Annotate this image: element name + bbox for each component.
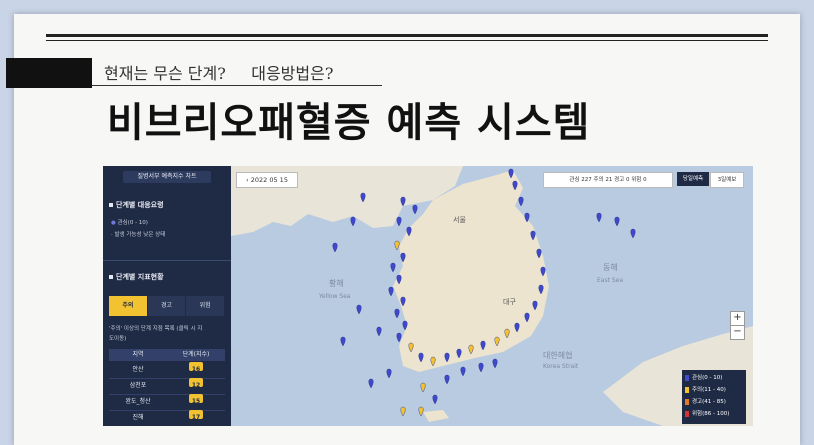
square-bullet-icon bbox=[109, 203, 113, 207]
section-response-label: 단계별 대응요령 bbox=[116, 201, 164, 209]
legend-label: 경고(41 - 85) bbox=[692, 399, 726, 405]
section-indicators-label: 단계별 지표현황 bbox=[116, 273, 164, 281]
zoom-out-button[interactable]: − bbox=[730, 325, 745, 340]
list-note-2: 도이동) bbox=[109, 336, 127, 342]
level-tabs: 주의 경고 위험 bbox=[109, 296, 226, 316]
level-badge: 12 bbox=[189, 378, 203, 389]
row-region: 삼천포 bbox=[129, 382, 147, 389]
subtitle-underline bbox=[92, 85, 382, 86]
legend-label: 관심(0 - 10) bbox=[692, 375, 723, 381]
col-level: 단계(지수) bbox=[182, 351, 210, 358]
legend-swatch-icon bbox=[685, 398, 689, 405]
prev-date-icon[interactable]: ‹ bbox=[246, 176, 249, 184]
row-region: 진해 bbox=[132, 414, 144, 421]
tab-danger[interactable]: 위험 bbox=[186, 296, 226, 316]
legend-item: 경고(41 - 85) bbox=[685, 396, 743, 408]
legend-label: 위험(86 - 100) bbox=[692, 411, 730, 417]
col-region: 지역 bbox=[132, 351, 144, 358]
label-korea-strait-ko: 대한해협 bbox=[543, 350, 572, 360]
section-indicators: 단계별 지표현황 bbox=[109, 272, 164, 282]
table-row[interactable]: 진해 17 bbox=[109, 410, 225, 426]
label-seoul: 서울 bbox=[453, 215, 466, 224]
tab-caution[interactable]: 주의 bbox=[109, 296, 148, 316]
legend-label: 주의(11 - 40) bbox=[692, 387, 726, 393]
table-header: 지역 단계(지수) bbox=[109, 349, 225, 361]
table-row[interactable]: 안산 16 bbox=[109, 362, 225, 379]
sidebar: 질병서부 예측지수 차트 단계별 대응요령 ● 관심(0 - 10) · 발생 … bbox=[103, 166, 231, 426]
level-badge: 17 bbox=[189, 410, 203, 421]
legend-item: 주의(11 - 40) bbox=[685, 384, 743, 396]
black-tab-decoration bbox=[6, 58, 92, 88]
three-day-forecast-button[interactable]: 3일예보 bbox=[710, 172, 744, 188]
row-region: 안산 bbox=[132, 366, 144, 373]
level-desc: · 발생 가능성 낮은 상태 bbox=[111, 232, 166, 238]
date-text: 2022 05 15 bbox=[250, 176, 288, 184]
label-east-sea-en: East Sea bbox=[597, 277, 623, 284]
legend-swatch-icon bbox=[685, 410, 689, 417]
section-response-guide: 단계별 대응요령 bbox=[109, 200, 164, 210]
level-badge: 15 bbox=[189, 394, 203, 405]
row-value-cell: 12 bbox=[167, 378, 225, 394]
legend-swatch-icon bbox=[685, 374, 689, 381]
label-korea-strait-en: Korea Strait bbox=[543, 363, 579, 370]
pin-icon: ● bbox=[111, 220, 116, 226]
square-bullet-icon bbox=[109, 275, 113, 279]
legend-item: 관심(0 - 10) bbox=[685, 372, 743, 384]
today-forecast-button[interactable]: 당일예측 bbox=[677, 172, 709, 186]
level-badge: 16 bbox=[189, 362, 203, 373]
tab-warning[interactable]: 경고 bbox=[147, 296, 187, 316]
top-rule-thin bbox=[46, 40, 768, 41]
table-row[interactable]: 삼천포 12 bbox=[109, 378, 225, 395]
legend-item: 위험(86 - 100) bbox=[685, 408, 743, 420]
label-yellow-sea-en: Yellow Sea bbox=[318, 293, 351, 300]
level-label: ● 관심(0 - 10) bbox=[111, 218, 148, 226]
legend-swatch-icon bbox=[685, 386, 689, 393]
page-title: 비브리오패혈증 예측 시스템 bbox=[107, 100, 591, 146]
row-value-cell: 16 bbox=[167, 362, 225, 378]
sidebar-title: 질병서부 예측지수 차트 bbox=[123, 171, 211, 183]
row-value-cell: 17 bbox=[167, 410, 225, 426]
subtitle: 현재는 무슨 단계? 대응방법은? bbox=[104, 64, 334, 83]
top-rule bbox=[46, 34, 768, 37]
label-daegu: 대구 bbox=[503, 298, 516, 306]
table-row[interactable]: 완도_청산 15 bbox=[109, 394, 225, 411]
date-selector[interactable]: ‹ 2022 05 15 bbox=[236, 172, 298, 188]
sidebar-divider bbox=[103, 260, 231, 261]
row-value-cell: 15 bbox=[167, 394, 225, 410]
map-legend: 관심(0 - 10) 주의(11 - 40) 경고(41 - 85) 위험(86… bbox=[682, 370, 746, 424]
zoom-in-button[interactable]: + bbox=[730, 311, 745, 326]
level-label-text: 관심(0 - 10) bbox=[117, 220, 148, 226]
app-screenshot: 황해 Yellow Sea 동해 East Sea 대한해협 Korea Str… bbox=[103, 166, 753, 426]
row-region: 완도_청산 bbox=[125, 398, 151, 405]
label-yellow-sea-ko: 황해 bbox=[329, 278, 344, 288]
summary-counts: 관심 227 주의 21 경고 0 위험 0 bbox=[543, 172, 673, 188]
list-note-1: '주의' 이상의 단계 지점 목록 (클릭 시 지 bbox=[109, 326, 203, 332]
label-east-sea-ko: 동해 bbox=[603, 262, 618, 272]
level-desc-text: 발생 가능성 낮은 상태 bbox=[114, 232, 166, 238]
